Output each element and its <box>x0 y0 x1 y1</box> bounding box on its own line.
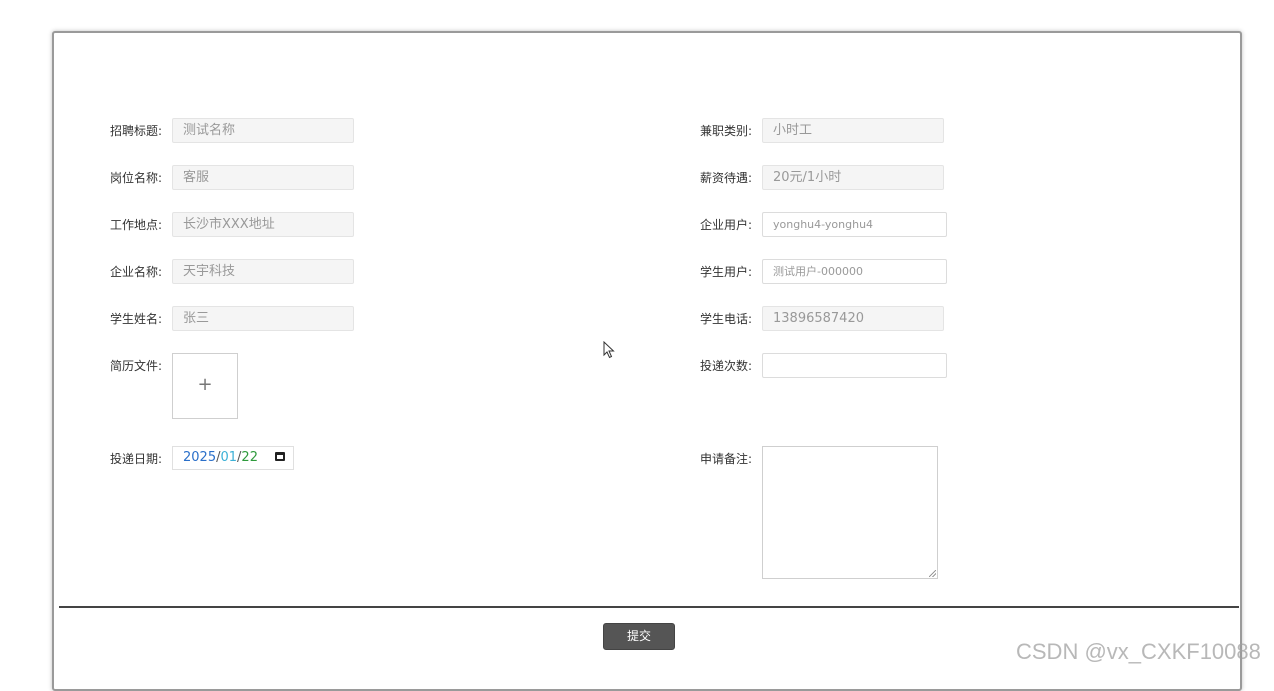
calendar-icon[interactable] <box>275 452 285 461</box>
label-resume-file: 简历文件: <box>110 359 163 373</box>
label-work-location: 工作地点: <box>110 218 163 232</box>
label-student-phone: 学生电话: <box>700 312 753 326</box>
label-recruit-title: 招聘标题: <box>110 124 163 138</box>
label-job-type: 兼职类别: <box>700 124 753 138</box>
form-divider <box>59 606 1239 608</box>
company-name-field[interactable]: 天宇科技 <box>172 259 354 284</box>
date-day: 22 <box>241 450 258 465</box>
work-location-field[interactable]: 长沙市XXX地址 <box>172 212 354 237</box>
resume-upload-button[interactable]: + <box>172 353 238 419</box>
label-company-name: 企业名称: <box>110 265 163 279</box>
date-year: 2025 <box>183 450 217 465</box>
job-type-field[interactable]: 小时工 <box>762 118 944 143</box>
date-month: 01 <box>220 450 238 465</box>
position-name-field[interactable]: 客服 <box>172 165 354 190</box>
label-student-name: 学生姓名: <box>110 312 163 326</box>
resize-grip-icon[interactable] <box>929 570 936 577</box>
label-salary: 薪资待遇: <box>700 171 753 185</box>
submit-count-input[interactable] <box>762 353 947 378</box>
remark-textarea[interactable] <box>762 446 938 579</box>
label-company-user: 企业用户: <box>700 218 753 232</box>
label-student-user: 学生用户: <box>700 265 753 279</box>
label-position-name: 岗位名称: <box>110 171 163 185</box>
recruit-title-field[interactable]: 测试名称 <box>172 118 354 143</box>
plus-icon: + <box>197 374 213 395</box>
watermark: CSDN @vx_CXKF10088 <box>1016 639 1261 664</box>
student-phone-field[interactable]: 13896587420 <box>762 306 944 331</box>
label-submit-date: 投递日期: <box>110 452 163 466</box>
student-user-field[interactable]: 测试用户-000000 <box>762 259 947 284</box>
label-remark: 申请备注: <box>700 452 753 466</box>
form-panel: 招聘标题: 测试名称 岗位名称: 客服 工作地点: 长沙市XXX地址 企业名称:… <box>52 31 1242 691</box>
submit-date-input[interactable]: 2025/01/22 <box>172 446 294 470</box>
salary-field[interactable]: 20元/1小时 <box>762 165 944 190</box>
submit-button[interactable]: 提交 <box>603 623 675 650</box>
label-submit-count: 投递次数: <box>700 359 753 373</box>
company-user-field[interactable]: yonghu4-yonghu4 <box>762 212 947 237</box>
student-name-field[interactable]: 张三 <box>172 306 354 331</box>
